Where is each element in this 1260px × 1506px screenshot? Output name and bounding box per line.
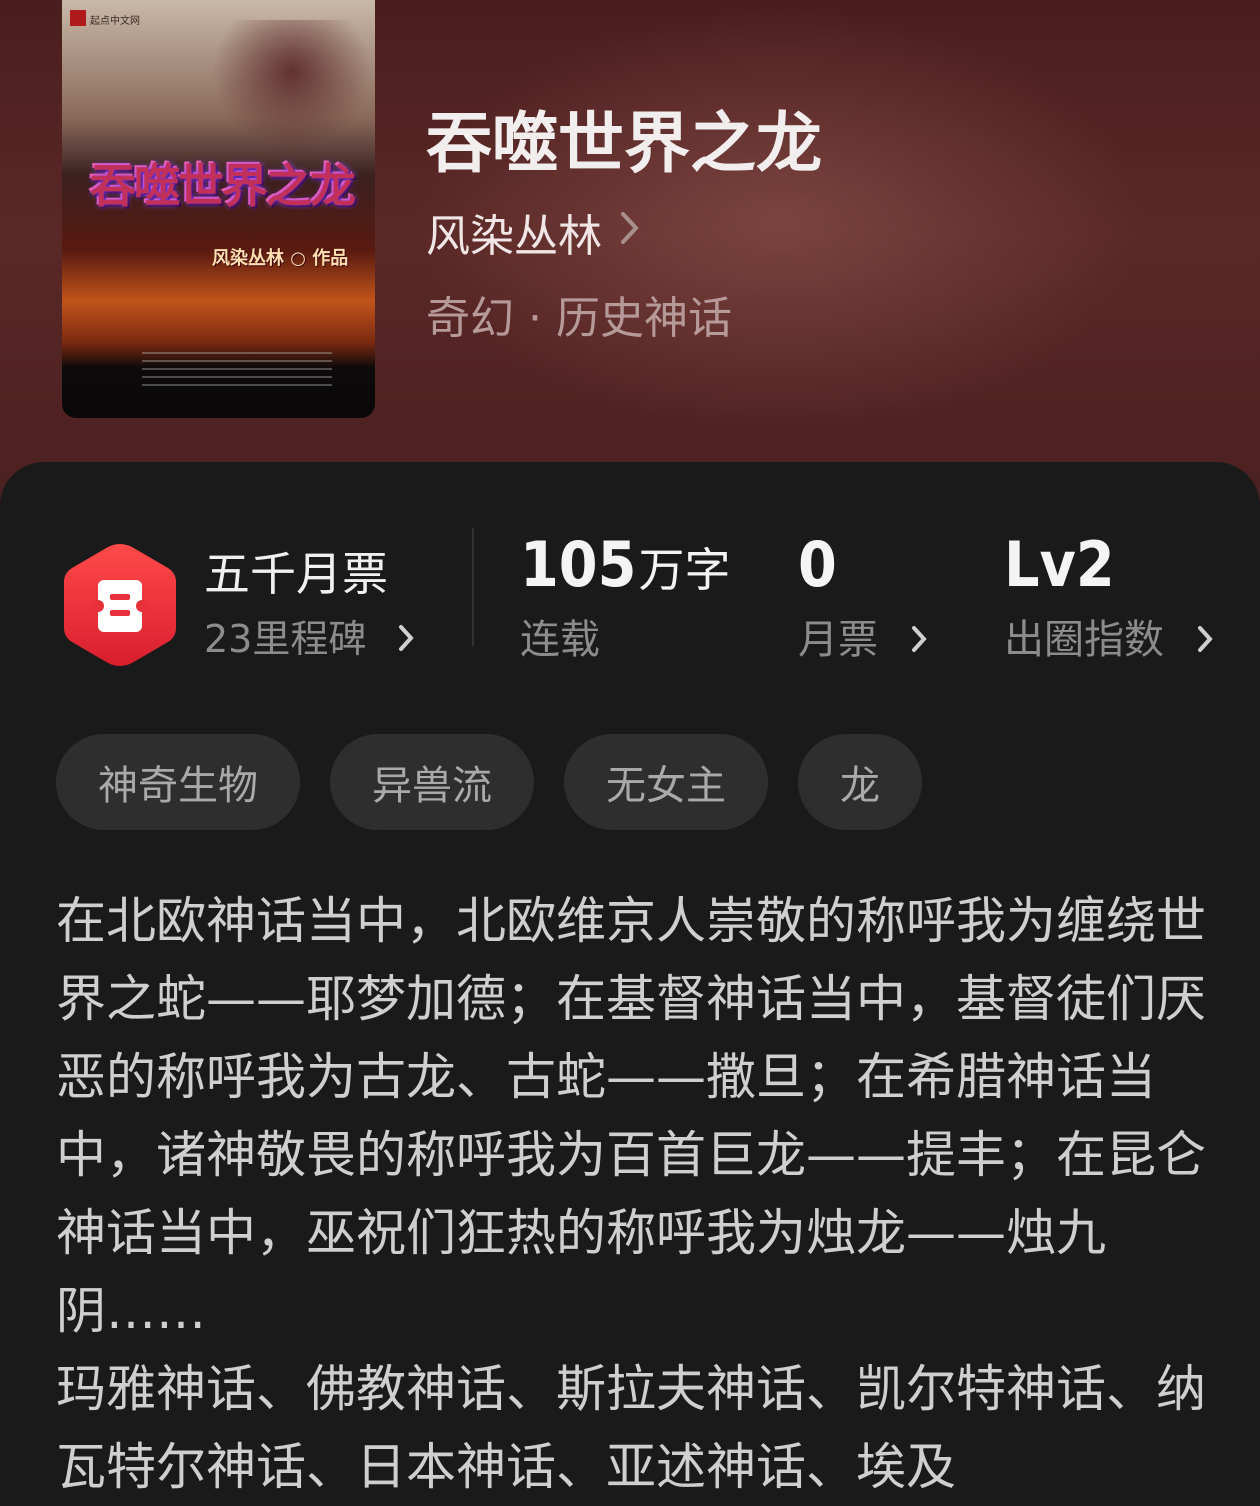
book-description[interactable]: 在北欧神话当中，北欧维京人崇敬的称呼我为缠绕世界之蛇——耶梦加德；在基督神话当中… bbox=[56, 882, 1206, 1506]
tag-chip[interactable]: 异兽流 bbox=[330, 734, 534, 830]
chevron-right-icon bbox=[620, 211, 640, 254]
stats-divider bbox=[472, 528, 474, 646]
book-header: 起点中文网 吞噬世界之龙 风染丛林 ○ 作品 吞噬世界之龙 风染丛林 奇幻 · … bbox=[0, 0, 1260, 520]
breakout-index-label: 出圈指数 bbox=[1004, 617, 1164, 663]
chevron-right-icon bbox=[1184, 617, 1213, 663]
tag-chip[interactable]: 无女主 bbox=[564, 734, 768, 830]
tag-chip[interactable]: 龙 bbox=[798, 734, 922, 830]
serialization-status: 连载 bbox=[520, 617, 600, 663]
word-count-value: 105 bbox=[520, 528, 637, 601]
book-title: 吞噬世界之龙 bbox=[426, 104, 822, 182]
breakout-index-stat[interactable]: Lv2 出圈指数 bbox=[1004, 528, 1213, 665]
monthly-ticket-milestone-title: 五千月票 bbox=[204, 547, 388, 601]
book-genre: 奇幻 · 历史神话 bbox=[426, 293, 732, 344]
tag-chip[interactable]: 神奇生物 bbox=[56, 734, 300, 830]
tag-list: 神奇生物 异兽流 无女主 龙 bbox=[56, 734, 952, 830]
monthly-tickets-stat[interactable]: 0 月票 bbox=[798, 528, 927, 665]
cover-title-art: 吞噬世界之龙 bbox=[90, 159, 356, 213]
milestones-count: 23里程碑 bbox=[204, 617, 367, 661]
cover-author-line: 风染丛林 ○ 作品 bbox=[212, 248, 349, 269]
book-detail-panel: 五千月票 23里程碑 105万字 连载 0 月票 Lv2 出圈指数 神奇生物 异… bbox=[0, 462, 1260, 1503]
cover-blurb-lines bbox=[142, 352, 332, 392]
chevron-right-icon bbox=[898, 617, 927, 663]
breakout-index-value: Lv2 bbox=[1004, 528, 1115, 601]
milestones-link[interactable]: 23里程碑 bbox=[204, 608, 415, 663]
word-count-stat: 105万字 连载 bbox=[520, 528, 730, 665]
book-cover[interactable]: 起点中文网 吞噬世界之龙 风染丛林 ○ 作品 bbox=[62, 0, 375, 418]
word-count-unit: 万字 bbox=[638, 543, 731, 597]
chevron-right-icon bbox=[386, 617, 415, 661]
monthly-tickets-label: 月票 bbox=[798, 617, 878, 663]
publisher-logo-icon bbox=[70, 10, 86, 26]
author-link[interactable]: 风染丛林 bbox=[426, 200, 640, 264]
author-name: 风染丛林 bbox=[426, 211, 602, 262]
monthly-tickets-value: 0 bbox=[798, 528, 837, 601]
publisher-name: 起点中文网 bbox=[90, 16, 140, 27]
dragon-illustration bbox=[212, 20, 372, 150]
ticket-badge-icon[interactable] bbox=[60, 540, 180, 670]
